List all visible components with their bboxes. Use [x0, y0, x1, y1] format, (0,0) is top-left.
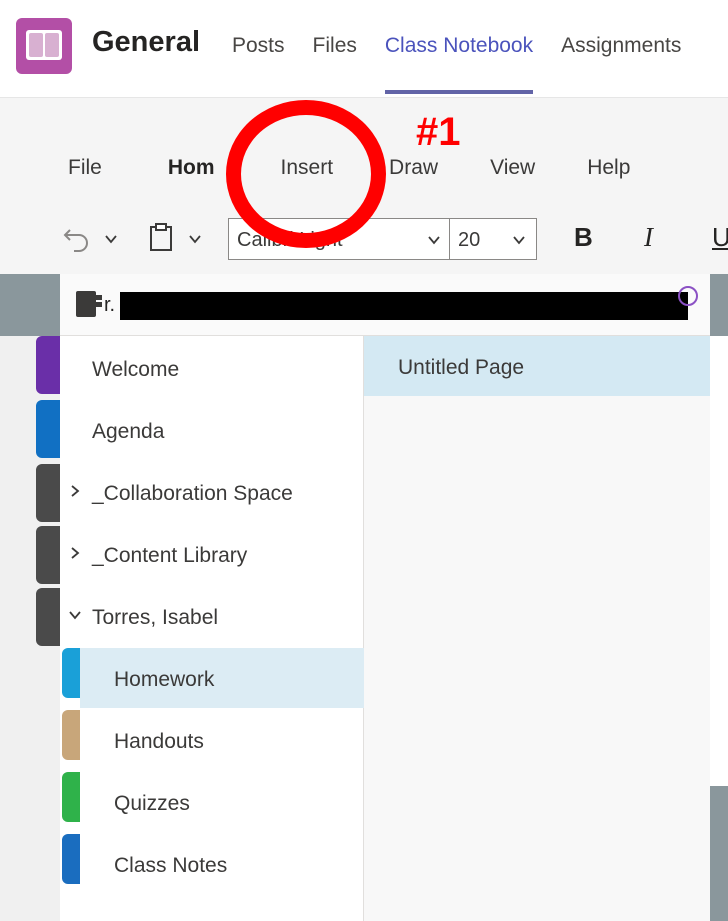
- tab-assignments[interactable]: Assignments: [561, 34, 681, 58]
- section-color-tab-quizzes: [62, 772, 80, 822]
- section-label: Homework: [114, 668, 215, 691]
- page-list: Untitled Page: [364, 336, 710, 921]
- section-label: Handouts: [114, 730, 204, 753]
- notebook-rail: [0, 336, 60, 921]
- clipboard-icon[interactable]: [146, 222, 176, 252]
- ribbon-tab-insert[interactable]: Insert: [281, 156, 334, 180]
- book-icon: [26, 30, 62, 60]
- section-item-class-notes[interactable]: Class Notes: [60, 834, 364, 894]
- tab-posts[interactable]: Posts: [232, 34, 285, 58]
- ribbon-tabs: File Hom Insert Draw View Help: [68, 156, 630, 180]
- section-item-homework[interactable]: Homework: [80, 648, 364, 708]
- redaction-bar: [120, 292, 688, 320]
- section-group-content-library[interactable]: _Content Library: [60, 524, 364, 584]
- section-group-collaboration-space[interactable]: _Collaboration Space: [60, 462, 364, 522]
- section-item-welcome[interactable]: Welcome: [60, 338, 364, 398]
- section-label: Torres, Isabel: [92, 606, 219, 629]
- page-item-untitled[interactable]: Untitled Page: [364, 336, 710, 396]
- section-label: Welcome: [92, 358, 180, 381]
- italic-button[interactable]: I: [644, 222, 653, 253]
- chevron-right-icon[interactable]: [68, 484, 82, 498]
- section-group-torres-isabel[interactable]: Torres, Isabel: [60, 586, 364, 646]
- section-color-tab-homework: [62, 648, 80, 698]
- channel-tabs: Posts Files Class Notebook Assignments: [232, 34, 709, 94]
- ribbon-tab-help[interactable]: Help: [587, 156, 630, 180]
- chevron-right-icon[interactable]: [68, 546, 82, 560]
- section-item-handouts[interactable]: Handouts: [60, 710, 364, 770]
- section-item-agenda[interactable]: Agenda: [60, 400, 364, 460]
- undo-dropdown-chevron-icon[interactable]: [104, 232, 118, 246]
- tab-class-notebook[interactable]: Class Notebook: [384, 34, 534, 94]
- notebook-app-icon[interactable]: [16, 18, 72, 74]
- page-label: Untitled Page: [398, 356, 525, 379]
- section-label: Class Notes: [114, 854, 228, 877]
- notebook-title-bar: r.: [60, 274, 710, 336]
- section-item-quizzes[interactable]: Quizzes: [60, 772, 364, 832]
- font-size-value: 20: [458, 229, 481, 251]
- font-name-value: Calibri Light: [237, 229, 343, 251]
- notebook-icon[interactable]: [74, 288, 106, 320]
- undo-icon[interactable]: [62, 224, 92, 252]
- underline-button[interactable]: U: [712, 222, 728, 253]
- bold-button[interactable]: B: [574, 222, 593, 253]
- rail-tab[interactable]: [36, 336, 60, 394]
- font-name-select[interactable]: Calibri Light: [228, 218, 450, 260]
- channel-title: General: [92, 26, 200, 58]
- paste-dropdown-chevron-icon[interactable]: [188, 232, 202, 246]
- section-label: Quizzes: [114, 792, 190, 815]
- status-circle-icon[interactable]: [678, 286, 698, 306]
- section-list: Welcome Agenda _Collaboration Space _Con…: [60, 336, 364, 921]
- section-label: _Collaboration Space: [92, 482, 293, 505]
- rail-tab[interactable]: [36, 526, 60, 584]
- rail-tab[interactable]: [36, 464, 60, 522]
- section-color-tab-handouts: [62, 710, 80, 760]
- chevron-down-icon[interactable]: [68, 608, 82, 622]
- ribbon: File Hom Insert Draw View Help Calibri L…: [0, 98, 728, 274]
- ribbon-tab-view[interactable]: View: [490, 156, 535, 180]
- font-size-select[interactable]: 20: [449, 218, 537, 260]
- ribbon-tab-file[interactable]: File: [68, 156, 102, 180]
- section-color-tab-class-notes: [62, 834, 80, 884]
- section-label: Agenda: [92, 420, 165, 443]
- ribbon-tab-draw[interactable]: Draw: [389, 156, 438, 180]
- rail-tab[interactable]: [36, 400, 60, 458]
- teams-header: General Posts Files Class Notebook Assig…: [0, 0, 728, 98]
- page-canvas-edge: [710, 336, 728, 786]
- chevron-down-icon: [513, 236, 525, 245]
- notebook-title: r.: [104, 294, 116, 316]
- formatting-toolbar: Calibri Light 20 B I U: [0, 216, 728, 260]
- annotation-label: #1: [416, 110, 461, 154]
- chevron-down-icon: [428, 236, 440, 245]
- rail-tab[interactable]: [36, 588, 60, 646]
- section-label: _Content Library: [92, 544, 248, 567]
- ribbon-tab-home[interactable]: Hom: [168, 156, 215, 180]
- tab-files[interactable]: Files: [313, 34, 357, 58]
